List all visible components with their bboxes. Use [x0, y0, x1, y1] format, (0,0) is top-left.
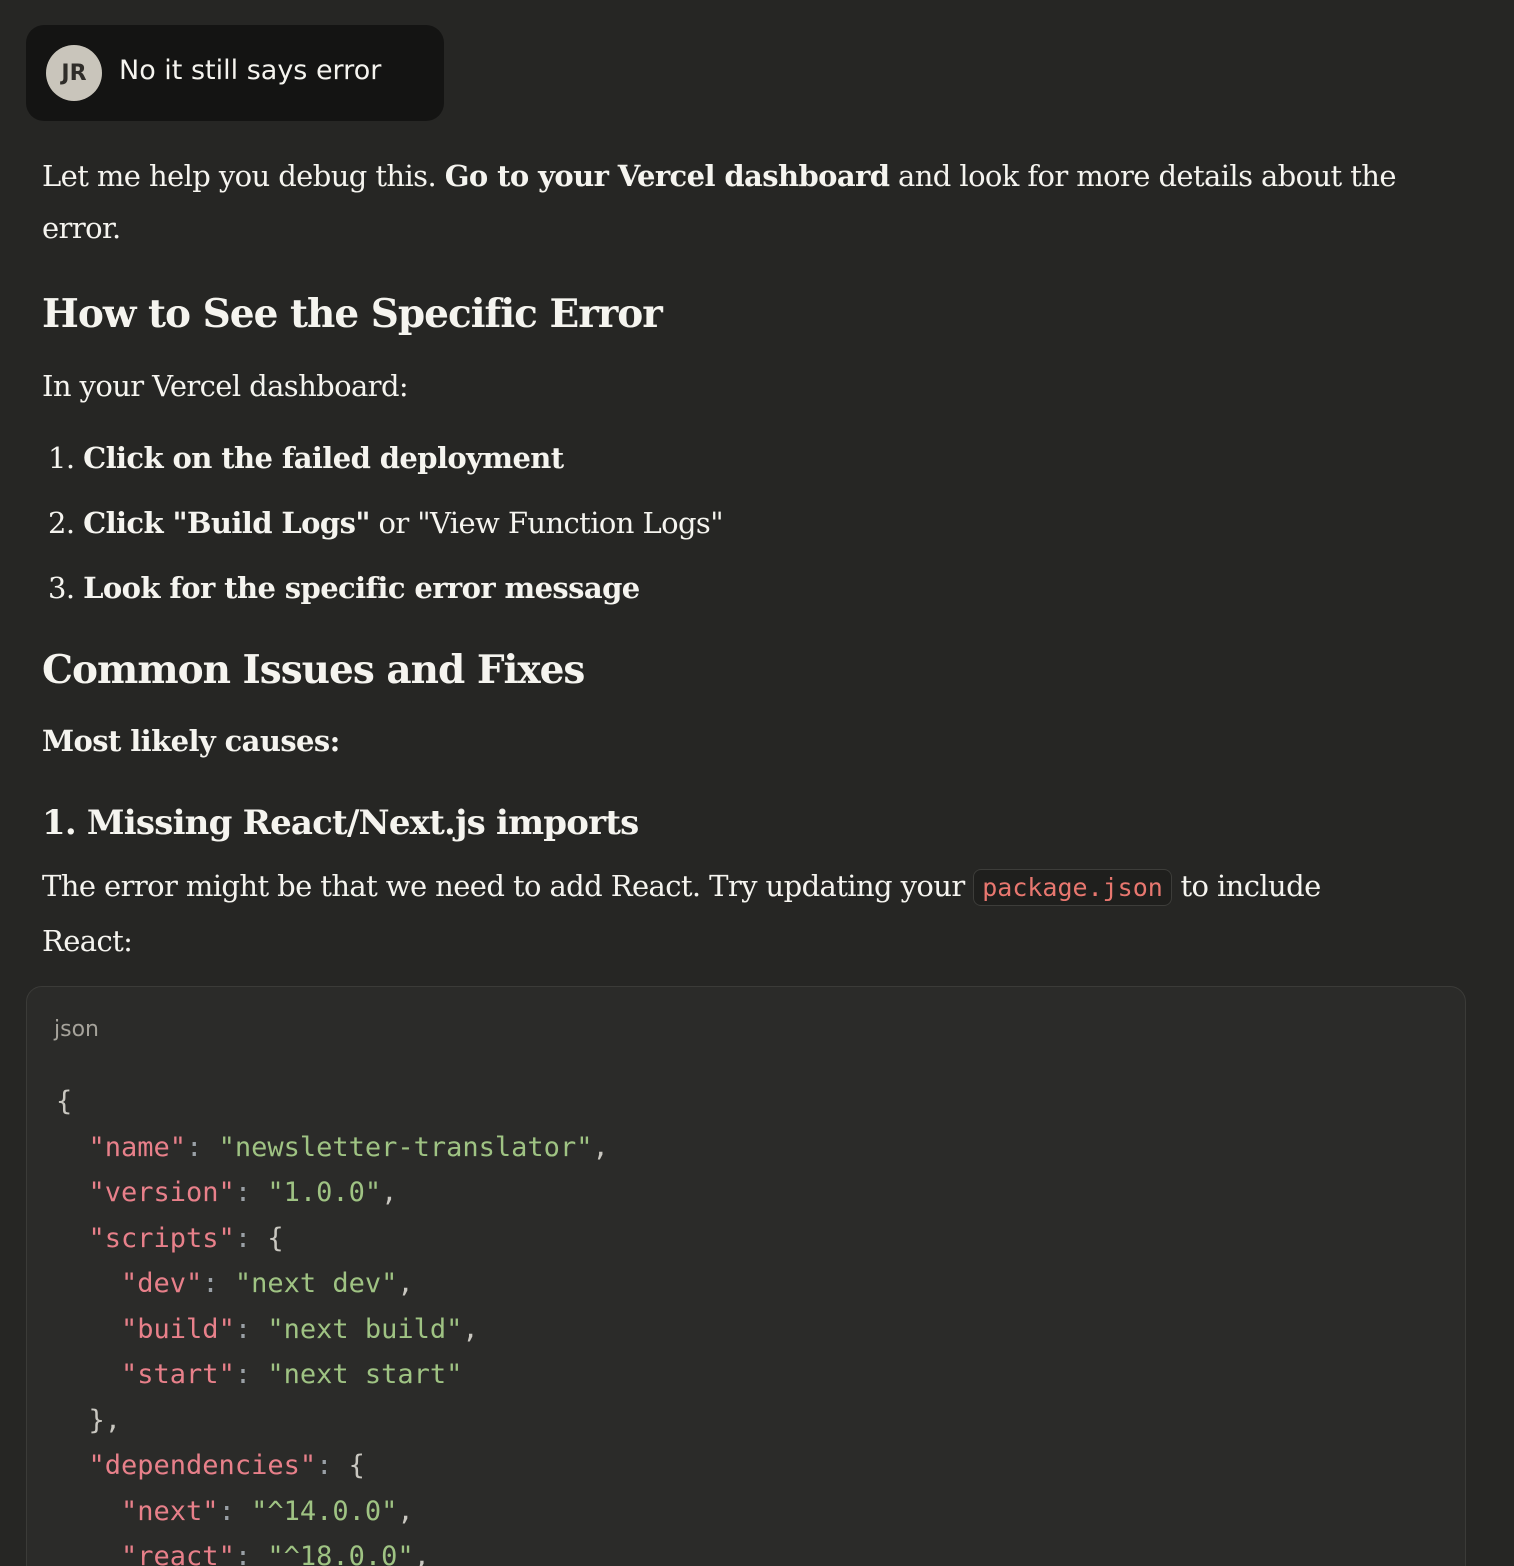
- react-paragraph-line-1: The error might be that we need to add R…: [42, 860, 1321, 914]
- intro-paragraph: Let me help you debug this. Go to your V…: [42, 159, 1397, 245]
- step-item: 3. Look for the specific error message: [48, 571, 640, 605]
- code-content[interactable]: { "name": "newsletter-translator", "vers…: [56, 1079, 609, 1566]
- user-message-text: No it still says error: [119, 55, 382, 86]
- heading-common-issues: Common Issues and Fixes: [42, 647, 585, 693]
- react-paragraph-line-2: React:: [42, 924, 133, 958]
- step-item: 1. Click on the failed deployment: [48, 441, 564, 475]
- heading-missing-imports: 1. Missing React/Next.js imports: [42, 803, 639, 843]
- user-avatar[interactable]: JR: [46, 45, 102, 101]
- code-block: json { "name": "newsletter-translator", …: [26, 986, 1466, 1566]
- dashboard-line: In your Vercel dashboard:: [42, 369, 409, 403]
- inline-code-package-json: package.json: [973, 869, 1172, 906]
- heading-see-error: How to See the Specific Error: [42, 291, 663, 337]
- code-language-label: json: [54, 1017, 99, 1042]
- step-item: 2. Click "Build Logs" or "View Function …: [48, 506, 724, 540]
- causes-label: Most likely causes:: [42, 724, 340, 758]
- user-message-bubble: JR No it still says error: [26, 25, 444, 121]
